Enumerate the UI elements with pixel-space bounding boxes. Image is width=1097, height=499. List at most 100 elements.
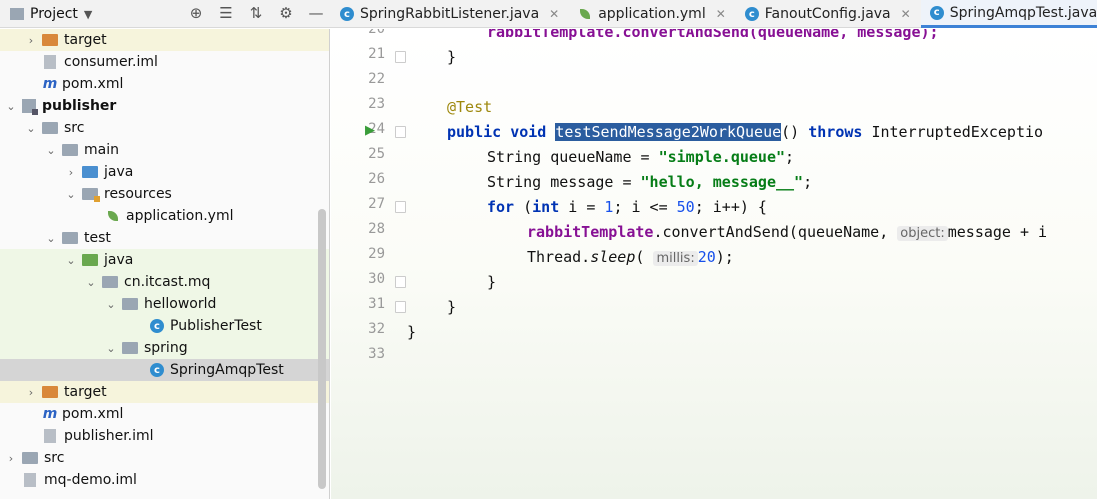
- code-line-24: public void testSendMessage2WorkQueue() …: [447, 121, 1043, 143]
- chevron-down-icon[interactable]: ⌄: [84, 276, 98, 289]
- tree-item-spring[interactable]: ⌄ spring: [0, 337, 329, 359]
- close-icon[interactable]: ✕: [549, 7, 559, 21]
- chevron-right-icon[interactable]: ›: [4, 452, 18, 465]
- tree-label: publisher.iml: [64, 428, 154, 444]
- chevron-down-icon[interactable]: ⌄: [44, 144, 58, 157]
- field-name: rabbitTemplate: [527, 223, 654, 241]
- gear-icon[interactable]: ⚙: [276, 4, 296, 22]
- line-number: 26: [368, 171, 385, 187]
- code-text: String queueName =: [487, 148, 659, 166]
- tree-item-target-2[interactable]: › target: [0, 381, 329, 403]
- package-icon: [122, 298, 138, 310]
- tree-item-main-java[interactable]: › java: [0, 161, 329, 183]
- keyword: int: [532, 198, 560, 216]
- editor-tabs: c SpringRabbitListener.java ✕ applicatio…: [331, 0, 1097, 28]
- chevron-down-icon[interactable]: ⌄: [104, 342, 118, 355]
- line-number: 27: [368, 196, 385, 212]
- project-view-selector[interactable]: Project ▼: [0, 6, 92, 22]
- chevron-right-icon[interactable]: ›: [24, 34, 38, 47]
- tree-label: publisher: [42, 98, 117, 114]
- line-number: 25: [368, 146, 385, 162]
- tree-item-application-yml[interactable]: application.yml: [0, 205, 329, 227]
- folder-icon: [42, 34, 58, 46]
- tree-scrollbar[interactable]: [318, 209, 326, 489]
- chevron-down-icon[interactable]: ⌄: [104, 298, 118, 311]
- code-text: }: [447, 298, 457, 316]
- code-text: Thread.: [527, 248, 591, 266]
- parameter-hint: millis:: [653, 251, 698, 266]
- collapse-all-icon[interactable]: ☰: [216, 4, 236, 22]
- tree-item-test[interactable]: ⌄ test: [0, 227, 329, 249]
- tree-item-src[interactable]: ⌄ src: [0, 117, 329, 139]
- fold-marker-icon[interactable]: [395, 201, 406, 213]
- tree-item-test-java[interactable]: ⌄ java: [0, 249, 329, 271]
- fold-marker-icon[interactable]: [395, 276, 406, 288]
- parameter-hint: object:: [897, 226, 948, 241]
- chevron-down-icon[interactable]: ⌄: [64, 188, 78, 201]
- tree-label: java: [104, 252, 134, 268]
- minimize-icon[interactable]: —: [306, 4, 326, 22]
- expand-all-icon[interactable]: ⇅: [246, 4, 266, 22]
- folder-icon: [62, 232, 78, 244]
- class-icon: c: [340, 7, 354, 21]
- number-literal: 20: [697, 248, 716, 266]
- test-folder-icon: [82, 254, 98, 266]
- code-line-21: }: [447, 46, 456, 68]
- string-literal: "simple.queue": [658, 148, 786, 166]
- fold-marker-icon[interactable]: [395, 301, 406, 313]
- code-text: (): [781, 123, 800, 141]
- fold-marker-icon[interactable]: [395, 51, 406, 63]
- line-number: 30: [368, 271, 385, 287]
- code-editor[interactable]: 20 21 22 23 24 25 26 27 28 29 30 31 32 3…: [331, 29, 1097, 499]
- tree-item-root-src[interactable]: › src: [0, 447, 329, 469]
- chevron-down-icon[interactable]: ⌄: [24, 122, 38, 135]
- tree-item-publishertest[interactable]: c PublisherTest: [0, 315, 329, 337]
- chevron-down-icon[interactable]: ⌄: [44, 232, 58, 245]
- tab-application-yml[interactable]: application.yml ✕: [569, 0, 736, 28]
- line-number: 20: [368, 29, 385, 37]
- tree-item-pom[interactable]: m pom.xml: [0, 73, 329, 95]
- code-text: ;: [785, 148, 795, 166]
- tree-item-mq-demo-iml[interactable]: mq-demo.iml: [0, 469, 329, 491]
- tree-item-resources[interactable]: ⌄ resources: [0, 183, 329, 205]
- tree-item-pom-2[interactable]: m pom.xml: [0, 403, 329, 425]
- target-icon[interactable]: ⊕: [186, 4, 206, 22]
- folder-icon: [42, 122, 58, 134]
- tree-label: helloworld: [144, 296, 217, 312]
- tree-item-target[interactable]: › target: [0, 29, 329, 51]
- chevron-down-icon[interactable]: ⌄: [4, 100, 18, 113]
- close-icon[interactable]: ✕: [901, 7, 911, 21]
- tree-label: test: [84, 230, 111, 246]
- class-icon: c: [744, 7, 759, 21]
- code-text: InterruptedExceptio: [871, 123, 1044, 141]
- tree-item-publisher-iml[interactable]: publisher.iml: [0, 425, 329, 447]
- class-icon: c: [150, 363, 164, 377]
- tree-item-cn-itcast-mq[interactable]: ⌄ cn.itcast.mq: [0, 271, 329, 293]
- fold-marker-icon[interactable]: [395, 126, 406, 138]
- tab-springrabbitlistener[interactable]: c SpringRabbitListener.java ✕: [331, 0, 569, 28]
- folder-icon: [22, 452, 38, 464]
- close-icon[interactable]: ✕: [716, 7, 726, 21]
- tree-label: consumer.iml: [64, 54, 158, 70]
- code-text: i =: [559, 198, 605, 216]
- module-icon: [22, 99, 38, 115]
- string-literal: "hello, message__": [640, 173, 804, 191]
- keyword: void: [510, 123, 547, 141]
- line-number: 22: [368, 71, 385, 87]
- tree-item-springamqptest[interactable]: c SpringAmqpTest: [0, 359, 329, 381]
- run-test-icon[interactable]: ▶: [365, 123, 379, 138]
- chevron-down-icon[interactable]: ⌄: [64, 254, 78, 267]
- code-area[interactable]: rabbitTemplate.convertAndSend(queueName,…: [407, 29, 1097, 499]
- static-method: sleep: [590, 248, 636, 266]
- tab-springamqptest[interactable]: c SpringAmqpTest.java ✕: [920, 0, 1097, 28]
- tree-item-main[interactable]: ⌄ main: [0, 139, 329, 161]
- tree-label: resources: [104, 186, 172, 202]
- tree-item-consumer-iml[interactable]: consumer.iml: [0, 51, 329, 73]
- tree-item-publisher[interactable]: ⌄ publisher: [0, 95, 329, 117]
- code-line-28: rabbitTemplate.convertAndSend(queueName,…: [527, 221, 1047, 243]
- tab-fanoutconfig[interactable]: c FanoutConfig.java ✕: [736, 0, 921, 28]
- chevron-right-icon[interactable]: ›: [24, 386, 38, 399]
- chevron-right-icon[interactable]: ›: [64, 166, 78, 179]
- line-number: 31: [368, 296, 385, 312]
- tree-item-helloworld[interactable]: ⌄ helloworld: [0, 293, 329, 315]
